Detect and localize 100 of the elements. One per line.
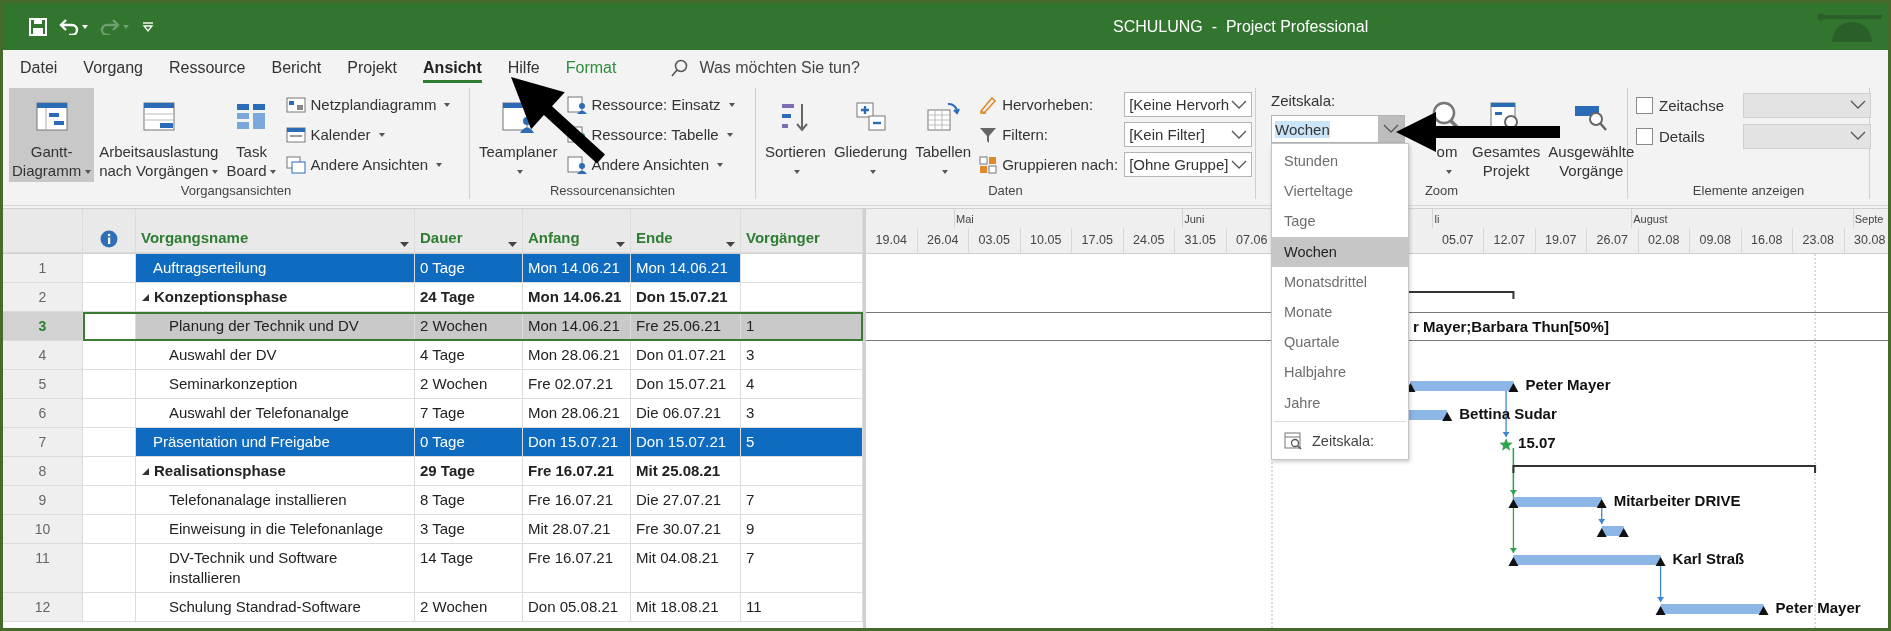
save-icon[interactable] xyxy=(29,17,47,36)
caret-icon[interactable] xyxy=(869,170,876,175)
chevron-icon[interactable] xyxy=(1231,159,1248,170)
caret-icon[interactable] xyxy=(85,170,92,175)
menu-item[interactable]: Monatsdrittel xyxy=(1272,266,1408,297)
task-name: Auftragserteilung xyxy=(153,258,267,278)
checkbox[interactable] xyxy=(1636,96,1653,114)
dependency-arrow xyxy=(1657,563,1665,603)
dropdown-field[interactable]: [Kein Filter] xyxy=(1124,122,1253,147)
ribbon-button[interactable]: Sortieren xyxy=(762,88,829,182)
table-cell: Fre 02.07.21 xyxy=(528,375,614,392)
caret-icon[interactable] xyxy=(794,170,801,175)
timescale-combo[interactable]: Wochen xyxy=(1271,115,1405,143)
ribbon-tab[interactable]: Vorgang xyxy=(70,53,156,83)
ribbon-button[interactable]: Gantt- Diagramm xyxy=(9,88,95,182)
ribbon-tab[interactable]: Datei xyxy=(7,53,71,83)
caret-icon[interactable] xyxy=(270,170,277,175)
table-row[interactable]: 10 Einweisung in die Telefonanlage 3 Tage Mit 28.07.21 Fre 30.07.21 9 xyxy=(3,515,863,544)
ribbon-tab[interactable]: Format xyxy=(552,53,630,83)
ribbon-tab[interactable]: Bericht xyxy=(258,53,335,83)
caret-icon[interactable] xyxy=(726,132,733,137)
week-label: 16.08 xyxy=(1751,233,1783,247)
caret-icon[interactable] xyxy=(436,162,443,167)
ribbon-button[interactable]: Task Board xyxy=(223,88,280,182)
caret-icon[interactable] xyxy=(1446,170,1452,175)
chevron-icon[interactable] xyxy=(1231,99,1248,110)
chevron-icon[interactable] xyxy=(1383,124,1399,134)
tell-me-field[interactable]: Was möchten Sie tun? xyxy=(697,57,902,79)
menu-item[interactable]: Jahre xyxy=(1272,387,1408,418)
ribbon-tab[interactable]: Ressource xyxy=(155,53,259,83)
table-row[interactable]: 2 Konzeptionsphase 24 Tage Mon 14.06.21 Don 15.07.21 xyxy=(3,283,863,312)
table-row[interactable]: 11 DV-Technik und Software installieren 14 Tage Fre 16.07.21 Mit 04.08.21 7 xyxy=(3,544,863,593)
row-number: 1 xyxy=(38,260,47,276)
menu-item[interactable]: Quartale xyxy=(1272,327,1408,358)
dropdown-field[interactable]: [Ohne Gruppe] xyxy=(1124,152,1253,177)
ribbon-tab[interactable]: Ansicht xyxy=(410,53,495,83)
ribbon-button[interactable]: Tabellen xyxy=(912,88,975,182)
table-row[interactable]: 1 Auftragserteilung 0 Tage Mon 14.06.21 Mon 14.06.21 xyxy=(3,254,863,283)
menu-item[interactable]: Zeitskala: xyxy=(1272,424,1381,457)
task-name: Auswahl der DV xyxy=(169,345,277,365)
column-header[interactable]: Vorgangsname xyxy=(141,228,249,248)
field-label: Zeitskala: xyxy=(1271,92,1336,109)
ribbon-tab[interactable]: Hilfe xyxy=(494,53,553,83)
ribbon-button[interactable]: Ausgewählte Vorgänge xyxy=(1545,88,1638,182)
table-row[interactable]: 7 Präsentation und Freigabe 0 Tage Don 15.07.21 Don 15.07.21 5 xyxy=(3,428,863,457)
filter-caret-icon[interactable] xyxy=(508,242,517,248)
menu-item[interactable]: Monate xyxy=(1272,296,1408,328)
caret-icon[interactable] xyxy=(444,102,451,107)
filter-caret-icon[interactable] xyxy=(726,242,735,248)
task-name: Realisationsphase xyxy=(154,461,286,481)
column-header[interactable]: Anfang xyxy=(528,228,580,248)
ribbon-button[interactable]: Andere Ansichten xyxy=(283,151,454,178)
menu-item[interactable]: Halbjahre xyxy=(1272,357,1408,388)
customize-icon[interactable] xyxy=(141,20,155,33)
table-row[interactable]: 9 Telefonanalage installieren 8 Tage Fre 16.07.21 Die 27.07.21 7 xyxy=(3,486,863,515)
ribbon-button[interactable]: Kalender xyxy=(283,121,454,148)
collapse-icon[interactable] xyxy=(142,468,149,475)
filter-caret-icon[interactable] xyxy=(616,242,625,248)
caret-icon[interactable] xyxy=(717,162,723,167)
resource-label: Mitarbeiter DRIVE xyxy=(1613,492,1741,509)
caret-icon[interactable] xyxy=(728,102,735,107)
table-row[interactable]: 5 Seminarkonzeption 2 Wochen Fre 02.07.21 Don 15.07.21 4 xyxy=(3,370,863,399)
month-label: August xyxy=(1633,213,1668,225)
chevron-icon[interactable] xyxy=(1231,129,1248,140)
field-label: Gruppieren nach: xyxy=(1002,156,1119,173)
dropdown-field[interactable]: [Keine Hervorh xyxy=(1124,92,1253,117)
ribbon-button[interactable]: Netzplandiagramm xyxy=(283,91,454,118)
task-name: Telefonanalage installieren xyxy=(169,490,347,510)
filter-caret-icon[interactable] xyxy=(400,242,409,248)
table-row[interactable]: 8 Realisationsphase 29 Tage Fre 16.07.21 Mit 25.08.21 xyxy=(3,457,863,486)
week-label: 26.04 xyxy=(927,233,959,247)
ribbon-button[interactable]: Gliederung xyxy=(830,88,911,182)
collapse-icon[interactable] xyxy=(142,294,149,301)
ribbon-button[interactable]: Arbeitsauslastung nach Vorgängen xyxy=(96,88,222,182)
search-icon[interactable] xyxy=(671,59,690,77)
ribbon-button[interactable]: Ressource: Einsatz xyxy=(564,91,738,118)
group-label: Zoom xyxy=(1424,183,1459,198)
caret-icon[interactable] xyxy=(942,170,949,175)
checkbox[interactable] xyxy=(1636,127,1653,145)
column-header[interactable]: Ende xyxy=(636,228,673,248)
table-cell: Mit 28.07.21 xyxy=(528,520,611,537)
menu-item[interactable]: Stunden xyxy=(1272,146,1408,177)
column-header[interactable]: Vorgänger xyxy=(746,228,820,248)
week-label: 31.05 xyxy=(1184,233,1216,247)
menu-item[interactable]: Wochen xyxy=(1272,236,1408,267)
caret-icon[interactable] xyxy=(378,132,385,137)
undo-icon[interactable] xyxy=(59,18,79,35)
column-header[interactable]: Dauer xyxy=(420,228,463,248)
menu-item[interactable]: Tage xyxy=(1272,206,1408,237)
month-label: Septe xyxy=(1854,213,1884,225)
table-row[interactable]: 12 Schulung Standrad-Software 2 Wochen Don 05.08.21 Mit 18.08.21 11 xyxy=(3,593,863,622)
table-row[interactable]: 3 Planung der Technik und DV 2 Wochen Mon 14.06.21 Fre 25.06.21 1 xyxy=(3,312,863,341)
ribbon-tab[interactable]: Projekt xyxy=(334,53,411,83)
table-cell: 0 Tage xyxy=(420,259,465,276)
table-row[interactable]: 4 Auswahl der DV 4 Tage Mon 28.06.21 Don 01.07.21 3 xyxy=(3,341,863,370)
menu-item[interactable]: Vierteltage xyxy=(1272,176,1408,207)
week-label: 07.06 xyxy=(1236,233,1268,247)
resource-label: r Mayer;Barbara Thun[50%] xyxy=(1413,318,1609,335)
caret-icon[interactable] xyxy=(212,170,219,175)
caret-icon[interactable] xyxy=(517,170,524,175)
